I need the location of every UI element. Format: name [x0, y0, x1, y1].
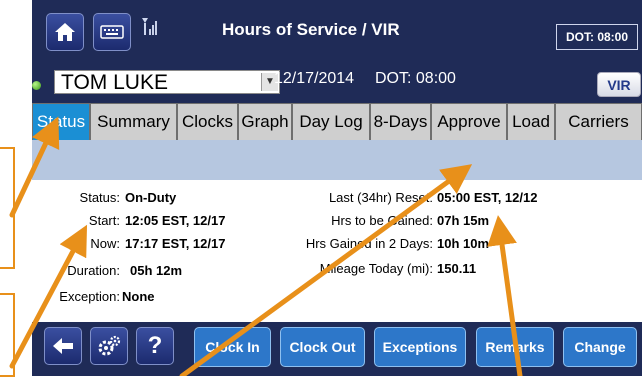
keyboard-icon: [100, 25, 124, 39]
status-panel: Status: On-Duty Start: 12:05 EST, 12/17 …: [32, 180, 642, 322]
now-value: 17:17 EST, 12/17: [125, 236, 226, 251]
tab-8-days[interactable]: 8-Days: [370, 103, 431, 140]
clock-in-button[interactable]: Clock In: [194, 327, 271, 367]
signal-icon: [142, 18, 157, 35]
hrs-gained-label: Hrs Gained in 2 Days:: [305, 236, 433, 251]
status-value: On-Duty: [125, 190, 177, 205]
status-label: Status:: [79, 190, 120, 205]
home-icon: [55, 23, 75, 41]
hrs-gained-value: 10h 10m: [437, 236, 490, 251]
tab-load[interactable]: Load: [507, 103, 555, 140]
tab-day-log[interactable]: Day Log: [292, 103, 370, 140]
bottom-bar: ? Clock In Clock Out Exceptions Remarks …: [32, 322, 642, 376]
exception-label: Exception:: [59, 289, 120, 304]
vir-button[interactable]: VIR: [597, 72, 641, 97]
back-button[interactable]: [44, 327, 82, 365]
mileage-label: Mileage Today (mi):: [319, 261, 433, 276]
annotation-bracket: [0, 147, 15, 269]
keyboard-button[interactable]: [93, 13, 131, 51]
back-arrow-icon: [53, 338, 73, 354]
device-screen: Hours of Service / VIR DOT: 08:00 TOM LU…: [32, 0, 642, 376]
last-reset-value: 05:00 EST, 12/12: [437, 190, 538, 205]
tab-clocks[interactable]: Clocks: [177, 103, 238, 140]
current-date: 12/17/2014: [274, 70, 355, 87]
driver-name: TOM LUKE: [61, 71, 168, 94]
help-icon: ?: [147, 332, 163, 359]
mileage-value: 150.11: [437, 261, 477, 276]
home-button[interactable]: [46, 13, 84, 51]
top-bar: Hours of Service / VIR DOT: 08:00: [32, 0, 642, 64]
settings-button[interactable]: [90, 327, 128, 365]
remarks-button[interactable]: Remarks: [476, 327, 554, 367]
duration-label: Duration:: [67, 263, 120, 278]
driver-select[interactable]: TOM LUKE ▼: [54, 70, 280, 94]
app-title: Hours of Service / VIR: [222, 20, 400, 39]
hrs-to-gain-label: Hrs to be Gained:: [331, 213, 433, 228]
now-label: Now:: [90, 236, 120, 251]
status-led: [32, 81, 41, 90]
help-button[interactable]: ?: [136, 327, 174, 365]
tab-approve[interactable]: Approve: [431, 103, 507, 140]
tab-status[interactable]: Status: [32, 103, 90, 140]
dot-clock-box: DOT: 08:00: [556, 24, 638, 50]
start-value: 12:05 EST, 12/17: [125, 213, 226, 228]
tab-graph[interactable]: Graph: [238, 103, 292, 140]
hrs-to-gain-value: 07h 15m: [437, 213, 490, 228]
exception-value: None: [122, 289, 155, 304]
gears-icon: [98, 335, 121, 356]
tab-carriers[interactable]: Carriers: [555, 103, 642, 140]
panel-header-band: [32, 140, 642, 180]
tab-bar: Status Summary Clocks Graph Day Log 8-Da…: [32, 103, 642, 140]
dot-clock: DOT: 08:00: [375, 70, 456, 87]
change-button[interactable]: Change: [563, 327, 637, 367]
annotation-bracket: [0, 293, 15, 377]
exceptions-button[interactable]: Exceptions: [374, 327, 466, 367]
last-reset-label: Last (34hr) Reset:: [328, 190, 433, 205]
tab-summary[interactable]: Summary: [90, 103, 177, 140]
start-label: Start:: [88, 213, 120, 228]
duration-value: 05h 12m: [130, 263, 183, 278]
clock-out-button[interactable]: Clock Out: [280, 327, 365, 367]
